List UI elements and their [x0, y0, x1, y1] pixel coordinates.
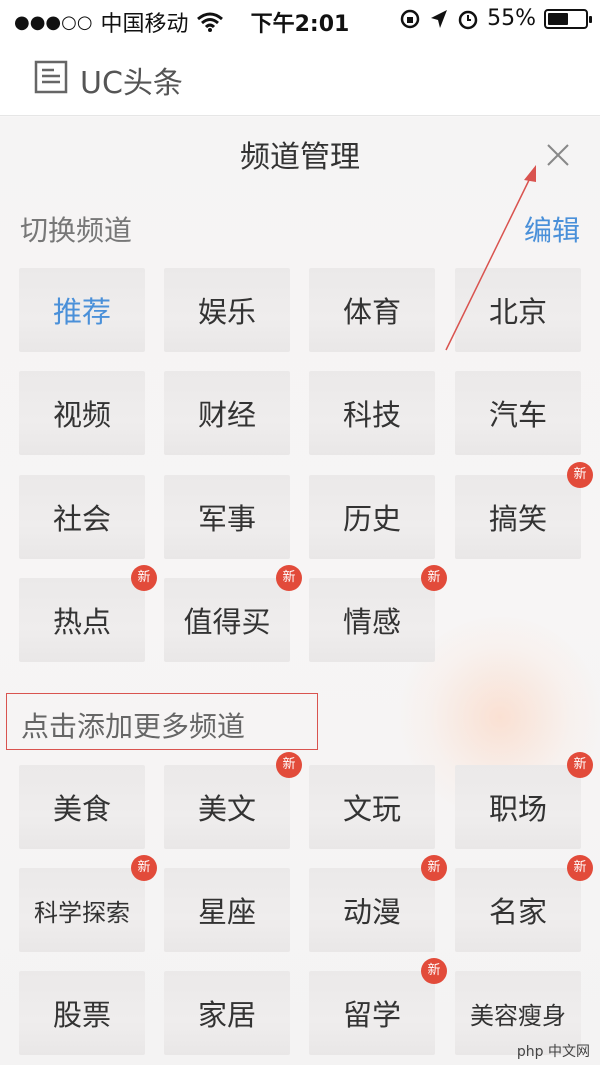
channel-tile[interactable]: 推荐 [19, 268, 145, 352]
battery-icon [544, 8, 592, 29]
channel-tile[interactable]: 美文新 [164, 752, 302, 849]
channel-label: 美食 [52, 792, 111, 826]
document-icon[interactable] [34, 60, 68, 94]
close-icon[interactable] [540, 137, 576, 173]
channel-tile[interactable]: 体育 [309, 268, 435, 352]
channel-tile[interactable]: 娱乐 [164, 268, 290, 352]
new-badge: 新 [276, 565, 302, 591]
new-badge: 新 [131, 855, 157, 881]
channel-tile[interactable]: 科学探索新 [19, 855, 157, 952]
new-badge: 新 [567, 752, 593, 778]
new-badge: 新 [421, 855, 447, 881]
channel-tile[interactable]: 星座 [164, 868, 290, 952]
channel-tile[interactable]: 北京 [455, 268, 581, 352]
status-icons: 55% [399, 6, 592, 31]
channel-tile[interactable]: 视频 [19, 371, 145, 455]
channel-tile[interactable]: 动漫新 [309, 855, 447, 952]
channel-label: 美容瘦身 [470, 1001, 566, 1030]
channel-tile[interactable]: 搞笑新 [455, 462, 593, 559]
app-header: UC头条 [0, 40, 600, 116]
rotation-lock-icon [400, 9, 420, 28]
channel-label: 体育 [342, 295, 401, 329]
edit-button[interactable]: 编辑 [524, 209, 580, 249]
new-badge: 新 [276, 752, 302, 778]
channel-tile[interactable]: 美食 [19, 765, 145, 849]
new-badge: 新 [421, 958, 447, 984]
channel-tile[interactable]: 军事 [164, 475, 290, 559]
new-badge: 新 [421, 565, 447, 591]
alarm-icon [458, 10, 478, 29]
channel-tile[interactable]: 热点新 [19, 565, 157, 662]
channel-label: 军事 [197, 502, 256, 536]
new-badge: 新 [567, 855, 593, 881]
channel-label: 科技 [342, 398, 401, 432]
channel-tile[interactable]: 股票 [19, 971, 145, 1055]
channel-label: 情感 [342, 605, 401, 639]
channel-label: 家居 [197, 998, 256, 1032]
location-icon [431, 9, 448, 28]
app-title: UC头条 [80, 66, 183, 101]
channel-label: 留学 [342, 998, 401, 1032]
channel-label: 北京 [488, 295, 547, 329]
channel-tile[interactable]: 值得买新 [164, 565, 302, 662]
channel-label: 动漫 [342, 895, 401, 929]
channel-tile[interactable]: 家居 [164, 971, 290, 1055]
channel-label: 搞笑 [488, 502, 547, 536]
channel-tile[interactable]: 历史 [309, 475, 435, 559]
channel-label: 娱乐 [197, 295, 256, 329]
add-more-channels-label: 点击添加更多频道 [21, 710, 246, 743]
add-more-channels-box: 点击添加更多频道 [6, 693, 318, 750]
battery-fill [548, 12, 568, 25]
battery-percent: 55% [487, 6, 536, 31]
channel-label: 美文 [197, 792, 256, 826]
watermark: php 中文网 [516, 1044, 590, 1060]
channel-label: 汽车 [488, 398, 547, 432]
channel-label: 热点 [52, 605, 111, 639]
new-badge: 新 [567, 462, 593, 488]
switch-channel-label: 切换频道 [20, 214, 133, 247]
channel-label: 视频 [52, 398, 111, 432]
channel-management-panel: 频道管理 切换频道 编辑 推荐 娱乐 体育 北京 视频 财经 科技 汽车 社会 军事 历史 搞笑新热点… [0, 117, 600, 1065]
channel-tile[interactable]: 职场新 [455, 752, 593, 849]
channel-label: 职场 [488, 792, 547, 826]
panel-title: 频道管理 [240, 140, 360, 175]
channel-label: 推荐 [52, 295, 111, 329]
channel-label: 文玩 [342, 792, 401, 826]
channel-tile[interactable]: 留学新 [309, 958, 447, 1055]
channel-tile[interactable]: 名家新 [455, 855, 593, 952]
channel-tile[interactable]: 财经 [164, 371, 290, 455]
channel-label: 财经 [197, 398, 256, 432]
channel-label: 星座 [197, 895, 256, 929]
channel-label: 股票 [52, 998, 111, 1032]
channel-tile[interactable]: 情感新 [309, 565, 447, 662]
channel-label: 历史 [342, 502, 401, 536]
channel-label: 科学探索 [34, 898, 130, 927]
channel-tile[interactable]: 文玩 [309, 765, 435, 849]
channel-label: 值得买 [183, 605, 271, 639]
channel-tile[interactable]: 社会 [19, 475, 145, 559]
channel-tile[interactable]: 汽车 [455, 371, 581, 455]
new-badge: 新 [131, 565, 157, 591]
status-bar: ●●●○○ 中国移动 下午2:01 55% [0, 0, 600, 40]
channel-label: 社会 [52, 502, 111, 536]
channel-tile[interactable]: 科技 [309, 371, 435, 455]
channel-label: 名家 [488, 895, 547, 929]
